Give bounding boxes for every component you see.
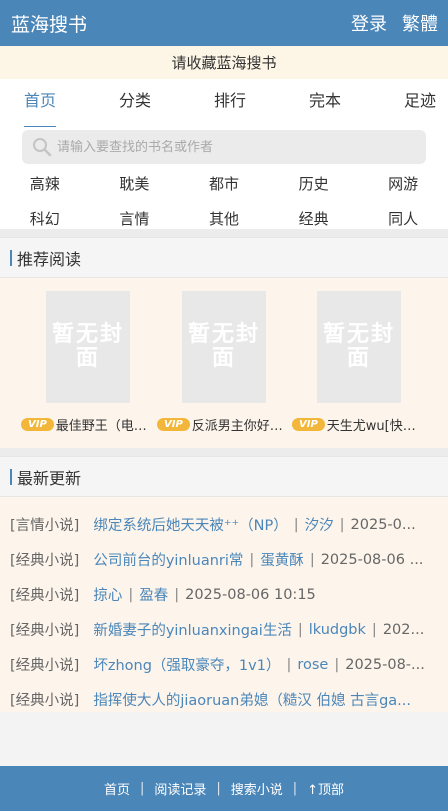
list-item: [经典小说] 新婚妻子的yinluanxingai生活 | lkudgbk | … — [0, 612, 448, 647]
row-date: 2025-0... — [350, 516, 416, 533]
row-category[interactable]: [言情小说] — [10, 514, 79, 535]
book-title[interactable]: 最佳野王（电… — [56, 415, 147, 434]
row-separator: | — [309, 551, 315, 568]
row-date: 202... — [382, 621, 425, 638]
nav-ranking[interactable]: 排行 — [214, 89, 246, 123]
category-grid: 高辣 耽美 都市 历史 网游 科幻 言情 其他 经典 同人 — [0, 172, 448, 231]
row-author[interactable]: lkudgbk — [309, 622, 366, 638]
latest-list: [言情小说] 绑定系统后她天天被⁺⁺（NP） | 汐汐 | 2025-0... … — [0, 497, 448, 712]
no-cover-text: 暂无封面 — [51, 322, 124, 371]
book-title[interactable]: 反派男主你好… — [192, 415, 283, 434]
row-separator: | — [293, 516, 299, 533]
row-separator: | — [286, 656, 292, 673]
footer-separator: | — [292, 781, 298, 796]
latest-header: 最新更新 — [0, 456, 448, 497]
row-date: 2025-08-... — [345, 656, 425, 673]
top-area: 首页 分类 排行 完本 足迹 高辣 耽美 都市 历史 网游 科幻 言情 其他 经… — [0, 79, 448, 229]
book-title-row[interactable]: VIP 反派男主你好… — [157, 415, 287, 434]
recommend-header: 推荐阅读 — [0, 237, 448, 278]
book-card[interactable]: 暂无封面 VIP 反派男主你好… — [157, 291, 287, 434]
row-separator: | — [339, 516, 345, 533]
row-separator: | — [371, 621, 377, 638]
book-cover-placeholder[interactable]: 暂无封面 — [317, 291, 401, 403]
section-marker — [10, 249, 12, 266]
row-separator: | — [297, 621, 303, 638]
nav-home[interactable]: 首页 — [24, 89, 57, 127]
nav-category[interactable]: 分类 — [119, 89, 151, 123]
nav-finished[interactable]: 完本 — [309, 89, 341, 123]
row-title[interactable]: 绑定系统后她天天被⁺⁺（NP） — [93, 514, 287, 535]
row-title[interactable]: 坏zhong（强取豪夺，1v1） — [93, 654, 280, 675]
row-author[interactable]: rose — [297, 657, 328, 673]
row-category[interactable]: [经典小说] — [10, 619, 79, 640]
list-item: [经典小说] 公司前台的yinluanri常 | 蛋黄酥 | 2025-08-0… — [0, 542, 448, 577]
row-date: 2025-08-06 10:15 — [185, 586, 316, 603]
category-link[interactable]: 科幻 — [0, 207, 90, 231]
footer-nav: 首页 | 阅读记录 | 搜索小说 | ↑顶部 — [0, 766, 448, 811]
app-header: 蓝海搜书 登录 繁體 — [0, 0, 448, 46]
row-title[interactable]: 指挥使大人的jiaoruan弟媳（糙汉 伯媳 古言ga... — [93, 689, 411, 710]
book-cover-placeholder[interactable]: 暂无封面 — [46, 291, 130, 403]
row-author[interactable]: 蛋黄酥 — [260, 549, 304, 570]
category-link[interactable]: 网游 — [358, 172, 448, 196]
row-author[interactable]: 汐汐 — [305, 514, 334, 535]
row-title[interactable]: 掠心 — [93, 584, 122, 605]
no-cover-text: 暂无封面 — [187, 322, 260, 371]
row-separator: | — [334, 656, 340, 673]
row-author[interactable]: 盈春 — [139, 584, 168, 605]
bookmark-notice: 请收藏蓝海搜书 — [0, 46, 448, 79]
footer-history-link[interactable]: 阅读记录 — [154, 779, 206, 798]
site-title[interactable]: 蓝海搜书 — [11, 10, 87, 37]
footer-separator: | — [139, 781, 145, 796]
back-to-top-link[interactable]: ↑顶部 — [307, 779, 344, 798]
book-title-row[interactable]: VIP 天生尤wu[快… — [292, 415, 422, 434]
vip-badge: VIP — [292, 418, 325, 431]
row-category[interactable]: [经典小说] — [10, 584, 79, 605]
login-link[interactable]: 登录 — [351, 10, 387, 36]
category-link[interactable]: 耽美 — [90, 172, 180, 196]
no-cover-text: 暂无封面 — [322, 322, 395, 371]
row-separator: | — [174, 586, 180, 603]
traditional-chinese-link[interactable]: 繁體 — [402, 10, 438, 36]
vip-badge: VIP — [157, 418, 190, 431]
search-icon — [33, 138, 52, 157]
search-bar[interactable] — [22, 130, 426, 164]
recommend-list: 暂无封面 VIP 最佳野王（电… 暂无封面 VIP 反派男主你好… 暂无封面 V… — [0, 278, 448, 448]
row-title[interactable]: 新婚妻子的yinluanxingai生活 — [93, 619, 292, 640]
category-link[interactable]: 经典 — [269, 207, 359, 231]
recommend-heading: 推荐阅读 — [17, 249, 82, 269]
list-item: [言情小说] 绑定系统后她天天被⁺⁺（NP） | 汐汐 | 2025-0... — [0, 507, 448, 542]
row-category[interactable]: [经典小说] — [10, 689, 79, 710]
book-card[interactable]: 暂无封面 VIP 最佳野王（电… — [21, 291, 151, 434]
book-cover-placeholder[interactable]: 暂无封面 — [182, 291, 266, 403]
latest-heading: 最新更新 — [17, 468, 82, 488]
book-title-row[interactable]: VIP 最佳野王（电… — [21, 415, 151, 434]
category-link[interactable]: 言情 — [90, 207, 180, 231]
list-item: [经典小说] 坏zhong（强取豪夺，1v1） | rose | 2025-08… — [0, 647, 448, 682]
book-title[interactable]: 天生尤wu[快… — [327, 415, 416, 434]
vip-badge: VIP — [21, 418, 54, 431]
category-link[interactable]: 同人 — [358, 207, 448, 231]
category-link[interactable]: 高辣 — [0, 172, 90, 196]
list-item: [经典小说] 指挥使大人的jiaoruan弟媳（糙汉 伯媳 古言ga... — [0, 682, 448, 717]
nav-history[interactable]: 足迹 — [404, 89, 436, 123]
list-item: [经典小说] 掠心 | 盈春 | 2025-08-06 10:15 — [0, 577, 448, 612]
footer-home-link[interactable]: 首页 — [104, 779, 130, 798]
category-link[interactable]: 其他 — [179, 207, 269, 231]
footer-search-link[interactable]: 搜索小说 — [231, 779, 283, 798]
section-marker — [10, 468, 12, 485]
book-card[interactable]: 暂无封面 VIP 天生尤wu[快… — [292, 291, 422, 434]
category-link[interactable]: 都市 — [179, 172, 269, 196]
search-input[interactable] — [57, 139, 397, 155]
main-nav: 首页 分类 排行 完本 足迹 — [0, 79, 448, 127]
row-separator: | — [128, 586, 134, 603]
row-category[interactable]: [经典小说] — [10, 549, 79, 570]
row-date: 2025-08-06 ... — [320, 551, 424, 568]
row-title[interactable]: 公司前台的yinluanri常 — [93, 549, 243, 570]
footer-separator: | — [216, 781, 221, 796]
category-link[interactable]: 历史 — [269, 172, 359, 196]
row-category[interactable]: [经典小说] — [10, 654, 79, 675]
row-separator: | — [249, 551, 255, 568]
header-actions: 登录 繁體 — [351, 10, 438, 36]
